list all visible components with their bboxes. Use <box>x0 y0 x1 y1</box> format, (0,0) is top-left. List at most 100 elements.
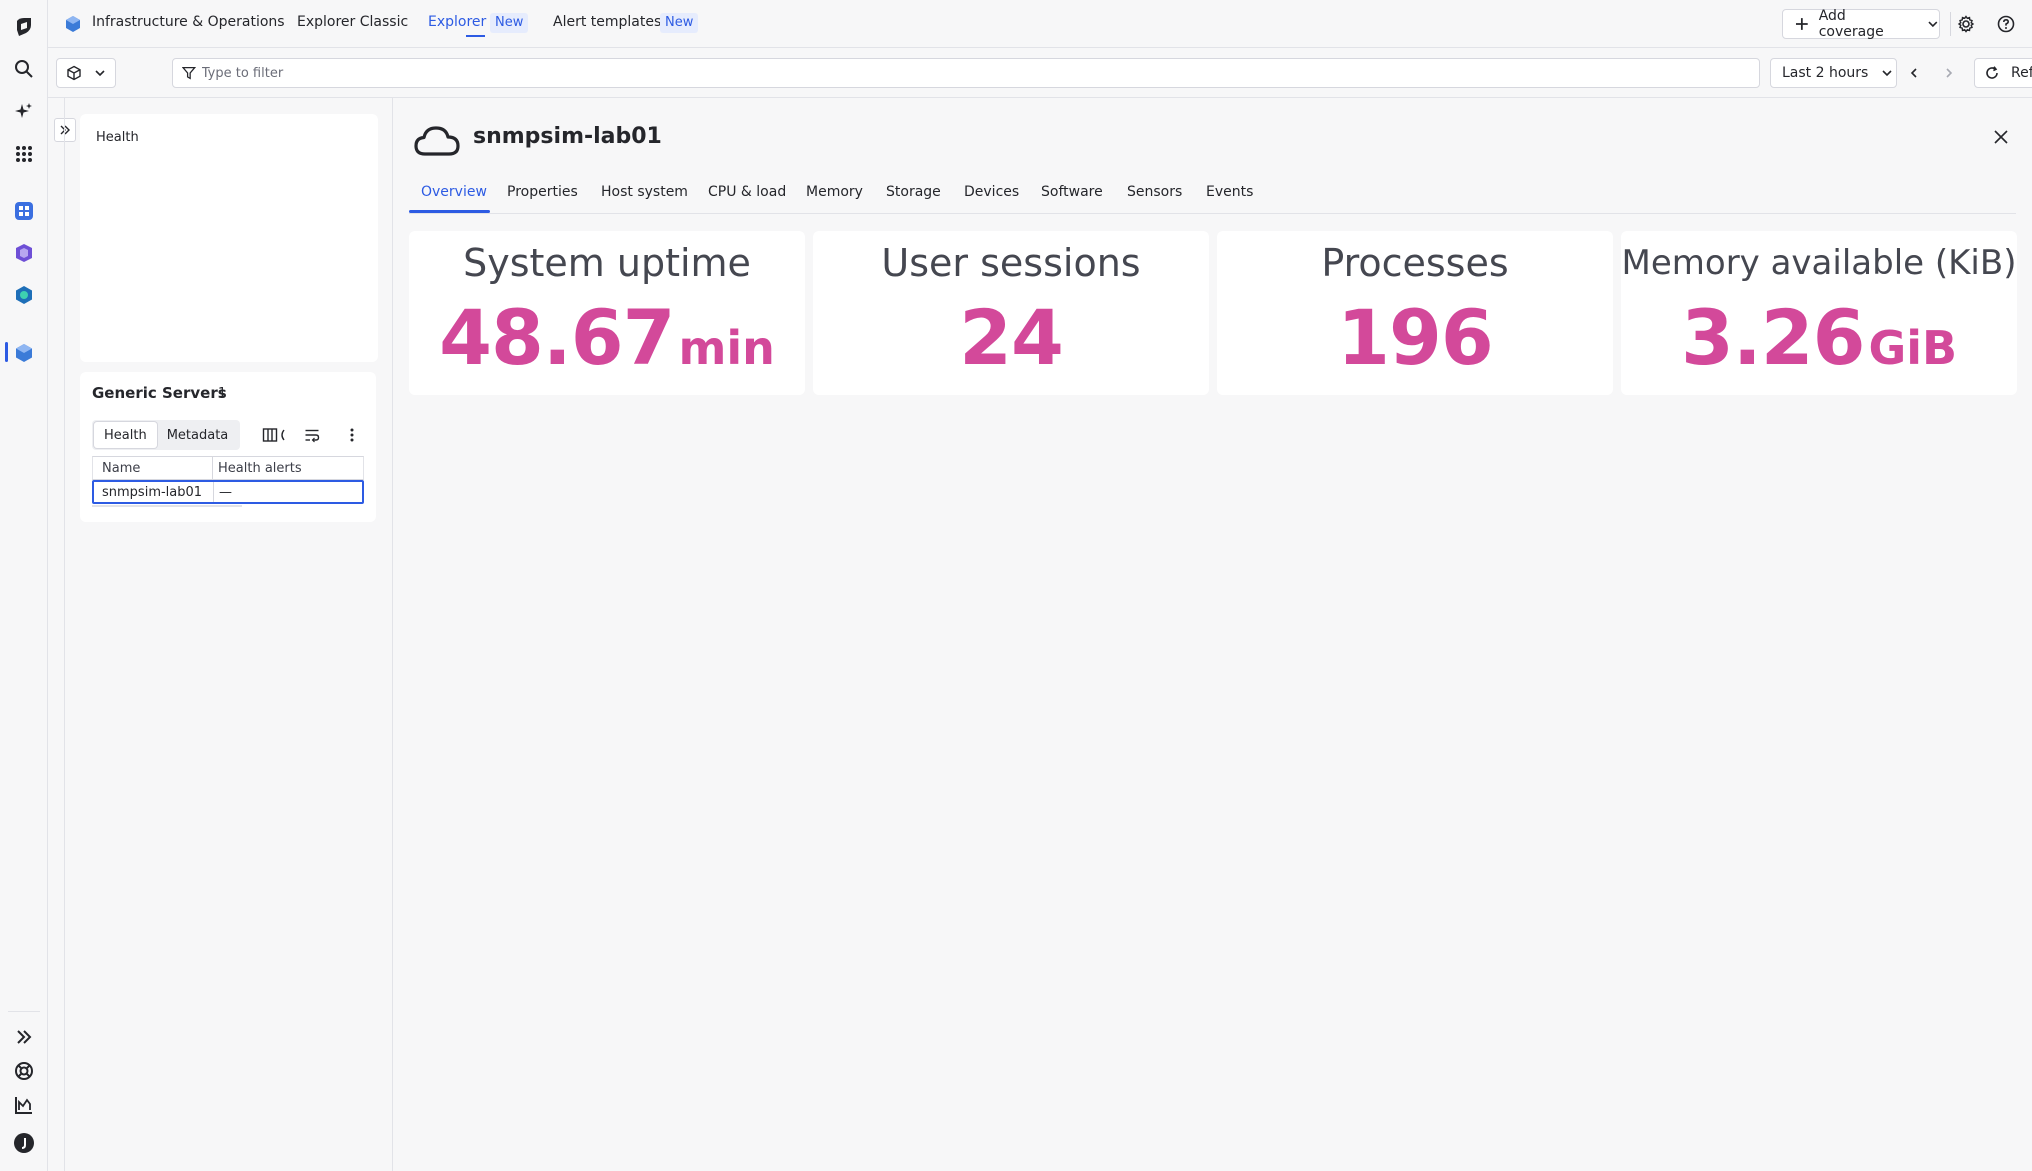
more-options-icon[interactable] <box>338 421 366 449</box>
generic-servers-count: 1 <box>218 386 227 401</box>
column-header-name[interactable]: Name <box>93 457 213 479</box>
filter-funnel-icon <box>182 66 196 80</box>
active-tab-underline <box>409 210 490 213</box>
timeframe-next-icon[interactable] <box>1935 59 1963 87</box>
help-icon[interactable] <box>1992 10 2020 38</box>
infrastructure-app-icon[interactable] <box>9 338 39 368</box>
chart-report-icon[interactable] <box>9 1090 39 1120</box>
new-badge: New <box>660 13 699 33</box>
metric-number: 24 <box>959 293 1064 382</box>
health-card: Health <box>80 114 378 362</box>
metric-label: Memory available (KiB) <box>1621 243 2017 283</box>
metric-tile-system-uptime[interactable]: System uptime 48.67min <box>409 231 805 395</box>
metric-tile-memory-available[interactable]: Memory available (KiB) 3.26GiB <box>1621 231 2017 395</box>
nav-tab-active-underline <box>466 35 485 37</box>
filter-field[interactable] <box>172 58 1760 88</box>
app-name[interactable]: Infrastructure & Operations <box>92 14 285 30</box>
row-name-cell: snmpsim-lab01 <box>94 482 214 502</box>
new-badge: New <box>490 13 529 33</box>
support-icon[interactable] <box>9 1056 39 1086</box>
panel-divider <box>64 98 65 1171</box>
user-avatar-icon[interactable] <box>9 1128 39 1158</box>
column-width-icon[interactable] <box>276 421 288 449</box>
chevron-down-icon <box>1882 70 1892 77</box>
left-rail <box>0 0 48 1171</box>
entity-detail-panel: snmpsim-lab01 Overview Properties Host s… <box>392 98 2032 1171</box>
metric-number: 196 <box>1337 293 1494 382</box>
metric-tile-user-sessions[interactable]: User sessions 24 <box>813 231 1209 395</box>
filter-input[interactable] <box>201 65 1759 81</box>
search-icon[interactable] <box>9 54 39 84</box>
metric-number: 3.26 <box>1680 293 1866 382</box>
table-header: Name Health alerts <box>92 456 364 480</box>
expand-rail-icon[interactable] <box>9 1022 39 1052</box>
entity-type-selector[interactable] <box>56 58 116 88</box>
metric-value: 24 <box>813 293 1209 382</box>
tab-storage[interactable]: Storage <box>886 184 941 200</box>
metric-value: 48.67min <box>409 293 805 382</box>
active-app-indicator <box>5 342 8 362</box>
segment-health[interactable]: Health <box>94 422 157 448</box>
horizontal-scrollbar[interactable] <box>92 505 242 507</box>
tab-sensors[interactable]: Sensors <box>1127 184 1182 200</box>
dashboards-app-icon[interactable] <box>9 196 39 226</box>
dynatrace-logo-icon[interactable] <box>9 12 39 42</box>
toolbar-divider <box>1950 12 1951 36</box>
filter-bar: Last 2 hours Refresh <box>48 48 2032 98</box>
tab-cpu-load[interactable]: CPU & load <box>708 184 786 200</box>
tab-events[interactable]: Events <box>1206 184 1253 200</box>
settings-gear-icon[interactable] <box>1952 10 1980 38</box>
tab-devices[interactable]: Devices <box>964 184 1019 200</box>
close-icon[interactable] <box>1990 126 2012 148</box>
metric-label: System uptime <box>463 241 751 285</box>
metric-value: 3.26GiB <box>1621 293 2017 382</box>
cloud-icon <box>413 124 461 158</box>
table-row[interactable]: snmpsim-lab01 — <box>92 480 364 504</box>
add-coverage-label: Add coverage <box>1818 8 1884 40</box>
refresh-button[interactable]: Refresh <box>1974 58 2032 88</box>
chevron-down-icon <box>95 70 105 77</box>
line-wrap-icon[interactable] <box>298 421 326 449</box>
entity-tabs: Overview Properties Host system CPU & lo… <box>409 178 2016 214</box>
nav-tab-alert-templates[interactable]: Alert templates <box>553 14 661 30</box>
nav-tab-explorer[interactable]: Explorer <box>428 14 486 30</box>
rail-divider <box>8 1011 40 1012</box>
timeframe-previous-icon[interactable] <box>1900 59 1928 87</box>
metric-tile-processes[interactable]: Processes 196 <box>1217 231 1613 395</box>
top-bar: Infrastructure & Operations Explorer Cla… <box>48 0 2032 48</box>
tab-properties[interactable]: Properties <box>507 184 578 200</box>
tab-host-system[interactable]: Host system <box>601 184 688 200</box>
health-card-title: Health <box>96 130 139 145</box>
metric-value: 196 <box>1217 293 1613 382</box>
timeframe-selector[interactable]: Last 2 hours <box>1770 58 1897 88</box>
metric-unit: GiB <box>1868 321 1958 375</box>
column-header-health-alerts[interactable]: Health alerts <box>213 457 363 479</box>
metric-number: 48.67 <box>439 293 675 382</box>
kubernetes-app-icon[interactable] <box>9 280 39 310</box>
cube-icon <box>67 65 81 81</box>
timeframe-label: Last 2 hours <box>1782 65 1869 81</box>
view-segmented-control: Health Metadata <box>92 420 241 450</box>
metric-unit: min <box>678 321 775 375</box>
apps-grid-icon[interactable] <box>9 139 39 169</box>
entity-title: snmpsim-lab01 <box>473 124 662 149</box>
refresh-icon <box>1986 66 1998 79</box>
nav-tab-explorer-classic[interactable]: Explorer Classic <box>297 14 408 30</box>
tab-software[interactable]: Software <box>1041 184 1103 200</box>
row-health-alerts-cell: — <box>219 484 232 500</box>
double-chevron-right-icon <box>60 125 70 135</box>
tab-memory[interactable]: Memory <box>806 184 863 200</box>
notebooks-app-icon[interactable] <box>9 238 39 268</box>
infrastructure-app-logo-icon <box>64 15 82 33</box>
generic-servers-card: Generic Servers 1 Health Metadata Name H… <box>80 372 376 522</box>
sparkle-icon[interactable] <box>9 97 39 127</box>
tab-overview[interactable]: Overview <box>421 184 487 200</box>
plus-icon <box>1795 18 1808 30</box>
metric-label: Processes <box>1321 241 1509 285</box>
chevron-down-icon <box>1928 21 1938 28</box>
servers-table: Name Health alerts snmpsim-lab01 — <box>92 456 364 507</box>
generic-servers-title: Generic Servers <box>92 384 227 402</box>
segment-metadata[interactable]: Metadata <box>157 422 239 448</box>
expand-panel-button[interactable] <box>54 118 76 142</box>
add-coverage-button[interactable]: Add coverage <box>1782 8 1940 40</box>
